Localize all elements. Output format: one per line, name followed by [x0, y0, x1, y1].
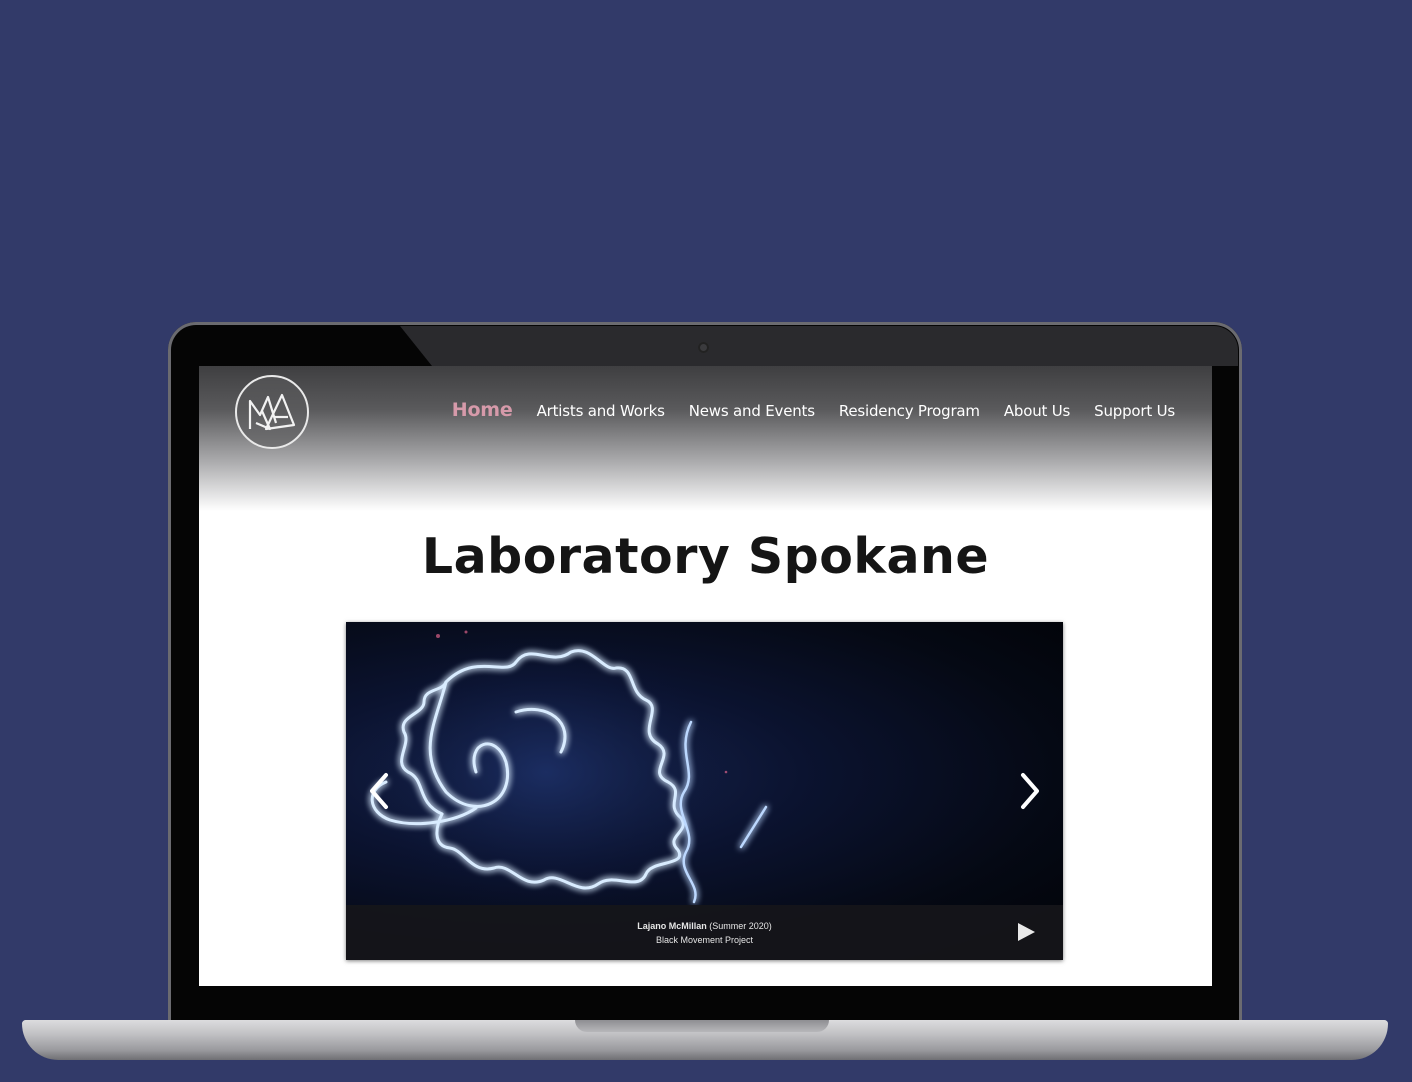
carousel-next-button[interactable] — [1015, 768, 1045, 814]
carousel-caption: Lajano McMillan (Summer 2020) Black Move… — [346, 919, 1063, 947]
laptop-screen: Home Artists and Works News and Events R… — [199, 366, 1212, 986]
laptop-hinge-notch — [575, 1020, 829, 1032]
nav-item-about-us[interactable]: About Us — [1004, 402, 1071, 420]
caption-term: (Summer 2020) — [709, 921, 772, 931]
chevron-right-icon — [1021, 773, 1039, 809]
site-header: Home Artists and Works News and Events R… — [199, 366, 1212, 511]
caption-artist: Lajano McMillan — [637, 921, 707, 931]
mockup-stage: Home Artists and Works News and Events R… — [0, 0, 1412, 1082]
main-nav: Home Artists and Works News and Events R… — [452, 399, 1175, 421]
play-icon — [1018, 923, 1035, 941]
nav-item-support-us[interactable]: Support Us — [1094, 402, 1175, 420]
nav-item-news-and-events[interactable]: News and Events — [689, 402, 815, 420]
laptop-bezel-glare — [400, 326, 1238, 366]
nav-item-home[interactable]: Home — [452, 399, 513, 421]
carousel-prev-button[interactable] — [364, 768, 394, 814]
nav-item-artists-and-works[interactable]: Artists and Works — [537, 402, 665, 420]
laboratory-logo-icon[interactable] — [235, 375, 309, 449]
image-carousel[interactable]: Lajano McMillan (Summer 2020) Black Move… — [346, 622, 1063, 960]
carousel-caption-bar: Lajano McMillan (Summer 2020) Black Move… — [346, 905, 1063, 960]
caption-project: Black Movement Project — [655, 935, 754, 945]
nav-item-residency-program[interactable]: Residency Program — [839, 402, 980, 420]
play-button[interactable] — [1015, 921, 1037, 943]
webcam-icon — [698, 342, 709, 353]
page-title: Laboratory Spokane — [421, 528, 990, 585]
chevron-left-icon — [370, 773, 388, 809]
